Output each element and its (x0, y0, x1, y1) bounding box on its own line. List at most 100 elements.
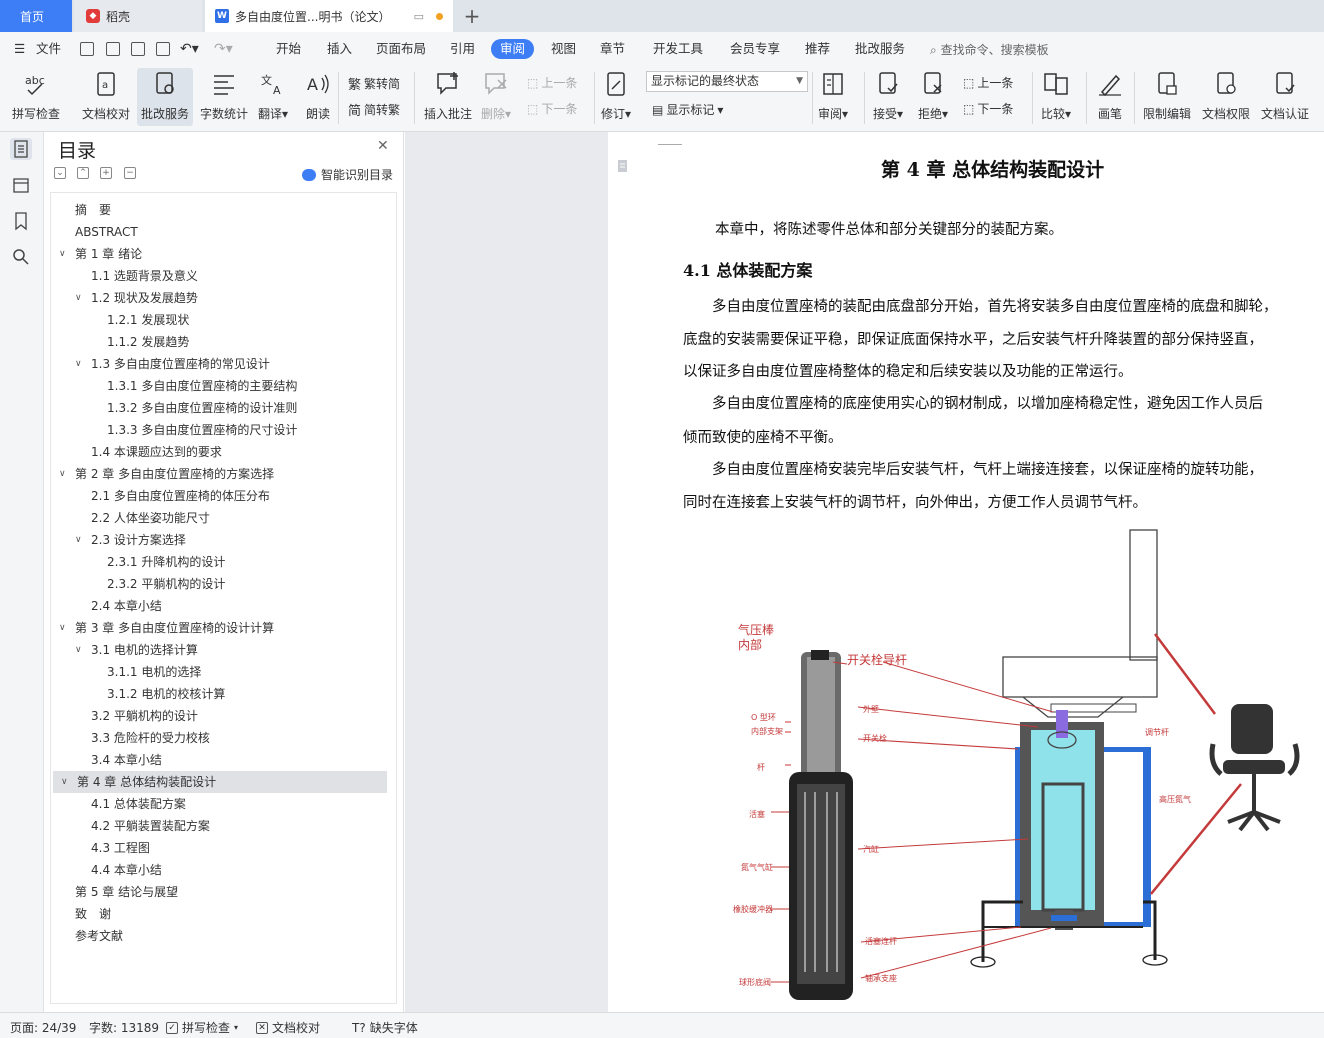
revise-button[interactable]: 修订▾ (601, 70, 631, 122)
tab-screen-icon[interactable]: ▭ (414, 10, 424, 23)
toc-item[interactable]: 摘 要 (51, 199, 387, 221)
new-tab-button[interactable]: + (460, 4, 484, 28)
to-traditional-button[interactable]: 繁繁转简 (348, 74, 400, 93)
toc-item[interactable]: 1.3.2 多自由度位置座椅的设计准则 (51, 397, 387, 419)
menu-correction[interactable]: 批改服务 (855, 39, 905, 59)
print-preview-icon[interactable] (156, 42, 170, 56)
outline-icon[interactable] (10, 174, 32, 196)
toc-item[interactable]: 1.1 选题背景及意义 (51, 265, 387, 287)
undo-icon[interactable]: ↶▾ (180, 39, 199, 59)
toc-item[interactable]: 1.4 本课题应达到的要求 (51, 441, 387, 463)
chevron-down-icon[interactable]: ∨ (59, 243, 69, 265)
tab-home[interactable]: 首页 (0, 0, 72, 32)
prev-comment-button[interactable]: ⬚ 上一条 (527, 74, 577, 91)
toc-item[interactable]: 2.3.2 平躺机构的设计 (51, 573, 387, 595)
toc-item[interactable]: 4.4 本章小结 (51, 859, 387, 881)
toc-item[interactable]: 参考文献 (51, 925, 387, 947)
toc-item[interactable]: ∨ 1.3 多自由度位置座椅的常见设计 (51, 353, 387, 375)
save-icon[interactable] (80, 42, 94, 56)
add-heading-icon[interactable]: + (100, 167, 112, 179)
menu-layout[interactable]: 页面布局 (376, 39, 426, 59)
toc-item[interactable]: 2.3.1 升降机构的设计 (51, 551, 387, 573)
export-pdf-icon[interactable] (106, 42, 120, 56)
toc-item[interactable]: ∨ 第 4 章 总体结构装配设计 (53, 771, 387, 793)
menu-devtools[interactable]: 开发工具 (653, 39, 703, 59)
doc-permission-button[interactable]: 文档权限 (1202, 70, 1250, 122)
correction-button[interactable]: 批改服务 (137, 68, 194, 126)
menu-recommend[interactable]: 推荐 (805, 39, 830, 59)
menu-start[interactable]: 开始 (276, 39, 301, 59)
collapse-all-icon[interactable]: ⌄ (54, 167, 66, 179)
remove-heading-icon[interactable]: − (124, 167, 136, 179)
reject-button[interactable]: 拒绝▾ (918, 70, 948, 122)
compare-button[interactable]: 比较▾ (1041, 70, 1071, 122)
expand-all-icon[interactable]: ⌃ (77, 167, 89, 179)
tab-document[interactable]: W 多自由度位置...明书（论文） ▭ (205, 0, 453, 32)
doccheck-button[interactable]: a 文档校对 (82, 70, 130, 122)
toc-panel-icon[interactable] (10, 138, 32, 160)
page-indicator[interactable]: 页面: 24/39 (10, 1019, 76, 1036)
menu-review[interactable]: 审阅 (491, 39, 535, 59)
toc-item[interactable]: ∨ 第 1 章 绪论 (51, 243, 387, 265)
command-search[interactable]: ⌕ 查找命令、搜索模板 (930, 41, 1049, 58)
menu-member[interactable]: 会员专享 (730, 39, 780, 59)
chevron-down-icon[interactable]: ∨ (75, 529, 85, 551)
chevron-down-icon[interactable]: ∨ (61, 771, 71, 793)
toc-item[interactable]: 4.1 总体装配方案 (51, 793, 387, 815)
review-pane-button[interactable]: 审阅▾ (818, 70, 848, 122)
wordcount-button[interactable]: 字数统计 (200, 70, 248, 122)
translate-button[interactable]: 文A 翻译▾ (258, 70, 288, 122)
menu-file[interactable]: 文件 (36, 39, 61, 59)
toc-item[interactable]: 3.1.1 电机的选择 (51, 661, 387, 683)
toc-item[interactable]: ∨ 第 2 章 多自由度位置座椅的方案选择 (51, 463, 387, 485)
chevron-down-icon[interactable]: ∨ (75, 287, 85, 309)
smart-toc-button[interactable]: 智能识别目录 (302, 166, 393, 183)
menu-view[interactable]: 视图 (551, 39, 576, 59)
menu-reference[interactable]: 引用 (450, 39, 475, 59)
chevron-down-icon[interactable]: ∨ (59, 617, 69, 639)
page-note-icon[interactable] (616, 159, 630, 173)
spellcheck-button[interactable]: abc 拼写检查 (12, 70, 60, 122)
toc-item[interactable]: 3.4 本章小结 (51, 749, 387, 771)
toc-item[interactable]: 4.2 平躺装置装配方案 (51, 815, 387, 837)
toc-item[interactable]: 4.3 工程图 (51, 837, 387, 859)
toc-item[interactable]: 3.2 平躺机构的设计 (51, 705, 387, 727)
status-spellcheck[interactable]: ✓ 拼写检查 ▾ (166, 1019, 238, 1036)
bookmark-icon[interactable] (10, 210, 32, 232)
toc-item[interactable]: ∨ 第 3 章 多自由度位置座椅的设计计算 (51, 617, 387, 639)
redo-icon[interactable]: ↷▾ (214, 39, 233, 59)
find-icon[interactable] (10, 246, 32, 268)
toc-item[interactable]: 3.1.2 电机的校核计算 (51, 683, 387, 705)
doc-cert-button[interactable]: 文档认证 (1261, 70, 1309, 122)
next-change-button[interactable]: ⬚ 下一条 (963, 100, 1013, 117)
print-icon[interactable] (131, 42, 145, 56)
chevron-down-icon[interactable]: ∨ (75, 639, 85, 661)
accept-button[interactable]: 接受▾ (873, 70, 903, 122)
tab-docer[interactable]: ◆ 稻壳 (74, 0, 202, 32)
menu-insert[interactable]: 插入 (327, 39, 352, 59)
toc-item[interactable]: 1.3.3 多自由度位置座椅的尺寸设计 (51, 419, 387, 441)
pen-button[interactable]: 画笔 (1096, 70, 1124, 122)
toc-item[interactable]: 致 谢 (51, 903, 387, 925)
close-icon[interactable]: ✕ (377, 138, 389, 154)
prev-change-button[interactable]: ⬚ 上一条 (963, 74, 1013, 91)
chevron-down-icon[interactable]: ∨ (59, 463, 69, 485)
status-missing-font[interactable]: T? 缺失字体 (352, 1019, 418, 1036)
word-count[interactable]: 字数: 13189 (89, 1019, 159, 1036)
toc-item[interactable]: 2.1 多自由度位置座椅的体压分布 (51, 485, 387, 507)
toc-item[interactable]: 3.3 危险杆的受力校核 (51, 727, 387, 749)
toc-item[interactable]: ∨ 2.3 设计方案选择 (51, 529, 387, 551)
toc-item[interactable]: ∨ 3.1 电机的选择计算 (51, 639, 387, 661)
toc-item[interactable]: ∨ 1.2 现状及发展趋势 (51, 287, 387, 309)
toc-item[interactable]: ABSTRACT (51, 221, 387, 243)
toc-item[interactable]: 2.4 本章小结 (51, 595, 387, 617)
to-simplified-button[interactable]: 简简转繁 (348, 100, 400, 119)
show-markup-button[interactable]: ▤ 显示标记 ▾ (652, 101, 723, 118)
next-comment-button[interactable]: ⬚ 下一条 (527, 100, 577, 117)
toc-item[interactable]: 2.2 人体坐姿功能尺寸 (51, 507, 387, 529)
restrict-edit-button[interactable]: 限制编辑 (1143, 70, 1191, 122)
hamburger-icon[interactable]: ☰ (14, 39, 25, 59)
delete-comment-button[interactable]: 删除▾ (481, 70, 511, 122)
toc-item[interactable]: 1.3.1 多自由度位置座椅的主要结构 (51, 375, 387, 397)
markup-state-select[interactable]: 显示标记的最终状态 ▼ (646, 71, 808, 92)
